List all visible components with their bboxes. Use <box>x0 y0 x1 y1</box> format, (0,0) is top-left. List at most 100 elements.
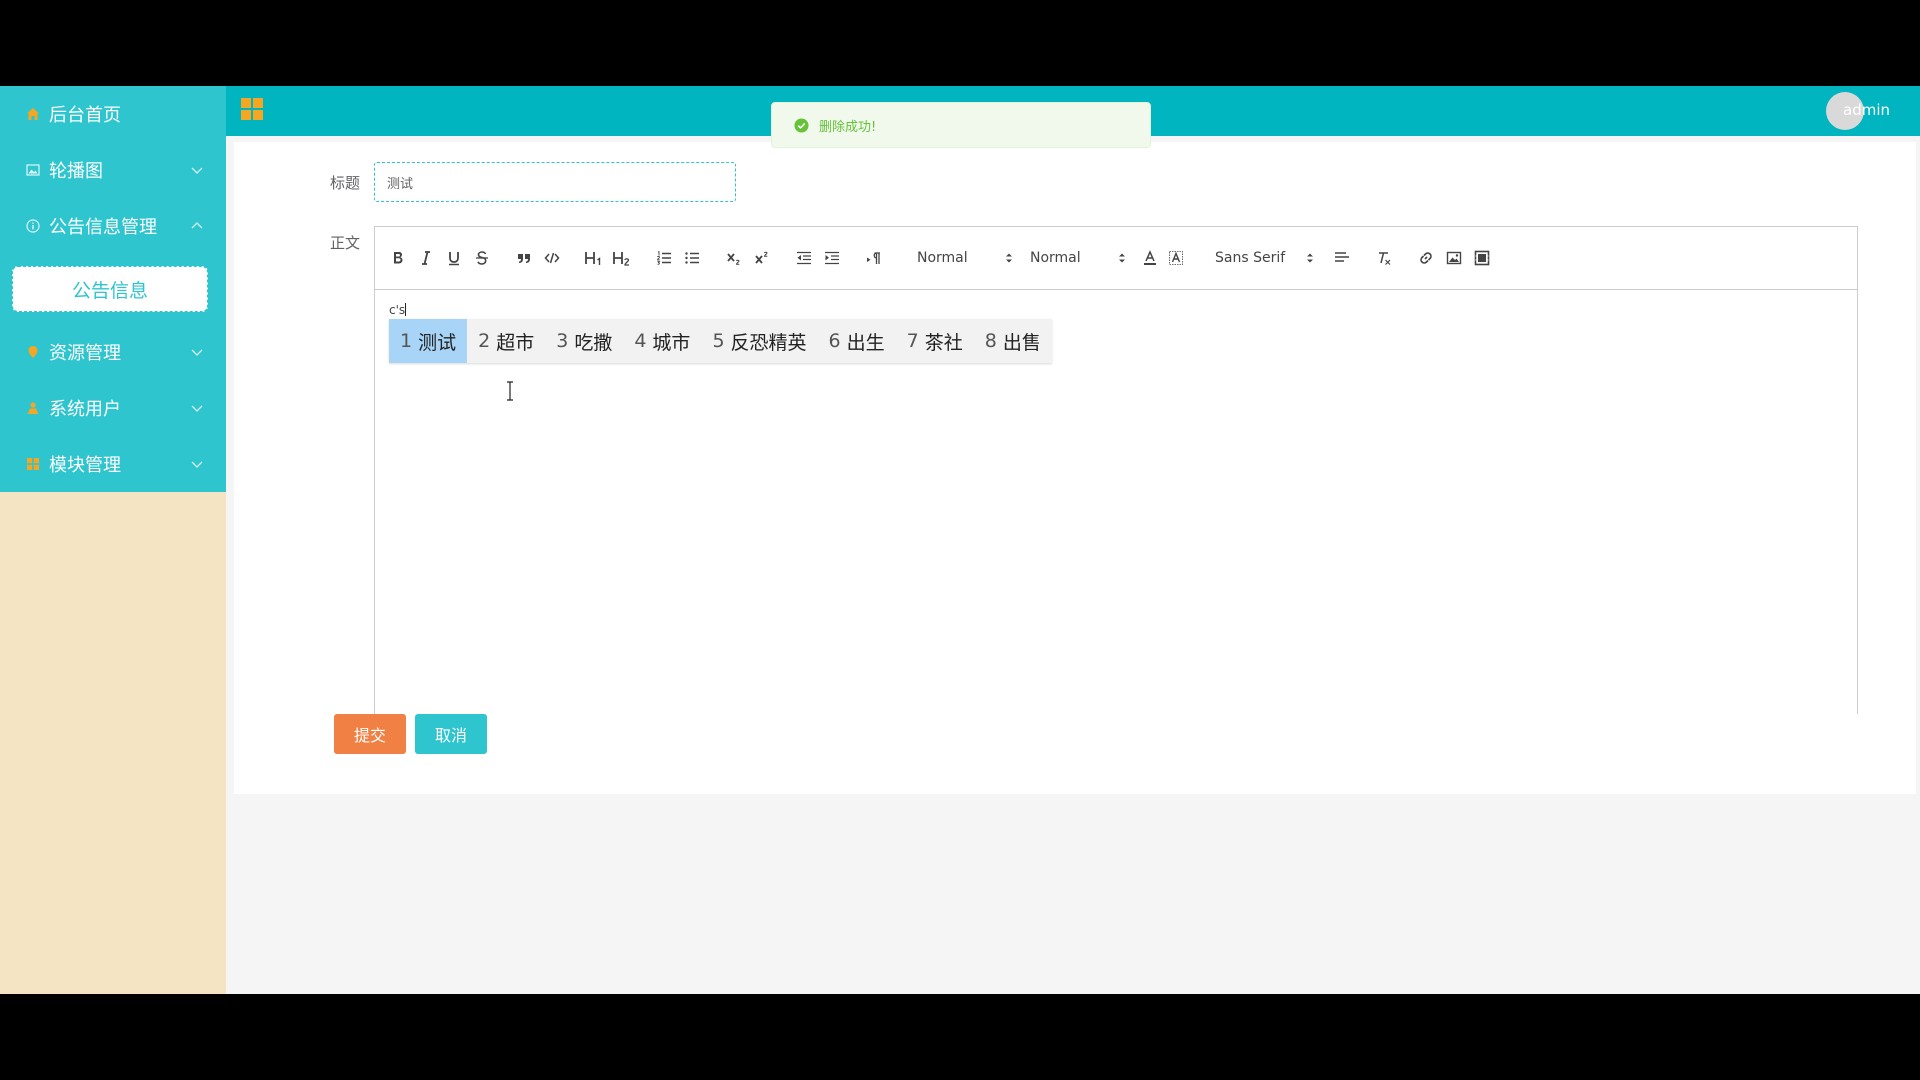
picker-arrows-icon <box>1307 253 1314 263</box>
bold-icon <box>394 252 403 264</box>
strike-button[interactable] <box>473 249 491 267</box>
success-toast: 删除成功! <box>771 102 1151 148</box>
heading-1-icon <box>585 252 601 265</box>
background-color-button[interactable] <box>1167 249 1185 267</box>
text-direction-icon <box>867 252 880 264</box>
header-1-button[interactable] <box>583 249 605 267</box>
ime-candidate[interactable]: 5 反恐精英 <box>701 319 817 363</box>
align-left-icon <box>1335 252 1349 262</box>
header-picker-label: Normal <box>917 250 968 266</box>
title-input[interactable] <box>374 162 736 202</box>
font-picker[interactable]: Sans Serif <box>1215 247 1315 269</box>
text-caret <box>405 303 407 316</box>
sidebar-item-label: 模块管理 <box>49 455 121 476</box>
strikethrough-icon <box>476 251 488 265</box>
chevron-up-icon <box>191 222 203 229</box>
sidebar-item-modules[interactable]: 模块管理 <box>0 436 226 492</box>
editor-toolbar: Normal Normal Sans Serif <box>375 227 1857 290</box>
clear-format-icon <box>1379 252 1391 265</box>
insert-image-icon <box>1446 251 1462 265</box>
sidebar-item-notice-management[interactable]: 公告信息管理 <box>0 198 226 254</box>
sidebar-item-resources[interactable]: 资源管理 <box>0 324 226 380</box>
image-icon <box>25 162 41 178</box>
title-label: 标题 <box>330 174 361 192</box>
candidate-text: 吃撒 <box>574 331 613 354</box>
sidebar-subitem-notice[interactable]: 公告信息 <box>12 266 208 312</box>
link-button[interactable] <box>1417 249 1435 267</box>
sidebar-item-label: 后台首页 <box>49 105 121 126</box>
submenu: 公告信息 <box>0 254 226 324</box>
editor-content[interactable]: c's 1 测试 2 超市 3 吃撒 4 城市 5 反恐精英 6 出生 7 茶社 8 出售 <box>375 289 1857 714</box>
candidate-number: 5 <box>712 330 725 352</box>
sidebar-item-label: 资源管理 <box>49 343 121 364</box>
code-block-button[interactable] <box>543 249 561 267</box>
candidate-text: 茶社 <box>924 331 963 354</box>
chevron-down-icon <box>191 167 203 174</box>
indent-icon <box>825 251 839 265</box>
candidate-text: 城市 <box>652 331 691 354</box>
ime-candidate[interactable]: 7 茶社 <box>896 319 974 363</box>
toast-message: 删除成功! <box>819 119 877 135</box>
success-check-icon <box>794 117 809 133</box>
app-frame: 后台首页 轮播图 公告信息管理 公告信息 资源管理 系统用户 模块管理 admi… <box>0 86 1920 994</box>
italic-button[interactable] <box>417 249 435 267</box>
text-cursor-icon <box>507 381 513 401</box>
size-picker[interactable]: Normal <box>1030 247 1127 269</box>
clear-format-button[interactable] <box>1375 249 1393 267</box>
submit-button[interactable]: 提交 <box>334 714 406 754</box>
ime-candidate[interactable]: 2 超市 <box>467 319 545 363</box>
sidebar-item-system-users[interactable]: 系统用户 <box>0 380 226 436</box>
cancel-button[interactable]: 取消 <box>415 714 487 754</box>
ime-candidate[interactable]: 8 出售 <box>974 319 1052 363</box>
candidate-number: 2 <box>478 330 491 352</box>
grid-icon <box>25 456 41 472</box>
ime-candidate[interactable]: 4 城市 <box>623 319 701 363</box>
subscript-button[interactable] <box>725 249 743 267</box>
outdent-button[interactable] <box>795 249 813 267</box>
align-button[interactable] <box>1333 249 1351 267</box>
heading-2-icon <box>613 252 630 266</box>
menu-grid-icon[interactable] <box>240 97 264 121</box>
underline-icon <box>449 252 459 266</box>
sidebar: 后台首页 轮播图 公告信息管理 公告信息 资源管理 系统用户 模块管理 <box>0 86 226 994</box>
sidebar-subitem-label: 公告信息 <box>71 279 148 302</box>
ordered-list-button[interactable] <box>655 249 673 267</box>
outdent-icon <box>797 251 811 265</box>
ime-candidate[interactable]: 3 吃撒 <box>545 319 623 363</box>
superscript-icon <box>755 251 768 264</box>
image-button[interactable] <box>1445 249 1463 267</box>
superscript-button[interactable] <box>753 249 771 267</box>
sidebar-item-home[interactable]: 后台首页 <box>0 86 226 142</box>
sidebar-item-label: 轮播图 <box>49 161 103 182</box>
sidebar-item-label: 系统用户 <box>49 399 121 420</box>
video-button[interactable] <box>1473 249 1491 267</box>
header-2-button[interactable] <box>611 249 633 267</box>
picker-arrows-icon <box>1118 253 1125 263</box>
candidate-number: 4 <box>634 330 647 352</box>
text-color-button[interactable] <box>1141 249 1159 267</box>
ime-candidate[interactable]: 1 测试 <box>389 319 468 363</box>
code-icon <box>544 252 560 264</box>
blockquote-button[interactable] <box>515 249 533 267</box>
link-icon <box>1420 252 1432 264</box>
header-picker[interactable]: Normal <box>917 247 1014 269</box>
ime-candidate[interactable]: 6 出生 <box>818 319 896 363</box>
ordered-list-icon <box>657 250 671 265</box>
direction-rtl-button[interactable] <box>865 249 883 267</box>
bullet-list-button[interactable] <box>683 249 701 267</box>
candidate-text: 出生 <box>846 331 885 354</box>
indent-button[interactable] <box>823 249 841 267</box>
insert-video-icon <box>1474 250 1490 266</box>
username[interactable]: admin <box>1843 101 1890 119</box>
text-color-icon <box>1144 250 1156 265</box>
location-icon <box>25 344 41 360</box>
form-panel: 标题 正文 <box>234 142 1916 794</box>
candidate-text: 测试 <box>418 331 457 354</box>
picker-arrows-icon <box>1005 253 1012 263</box>
bold-button[interactable] <box>389 249 407 267</box>
chevron-down-icon <box>191 349 203 356</box>
candidate-text: 超市 <box>496 331 535 354</box>
rich-text-editor: Normal Normal Sans Serif c's 1 测试 2 超市 3… <box>374 226 1858 714</box>
sidebar-item-carousel[interactable]: 轮播图 <box>0 142 226 198</box>
underline-button[interactable] <box>445 249 463 267</box>
